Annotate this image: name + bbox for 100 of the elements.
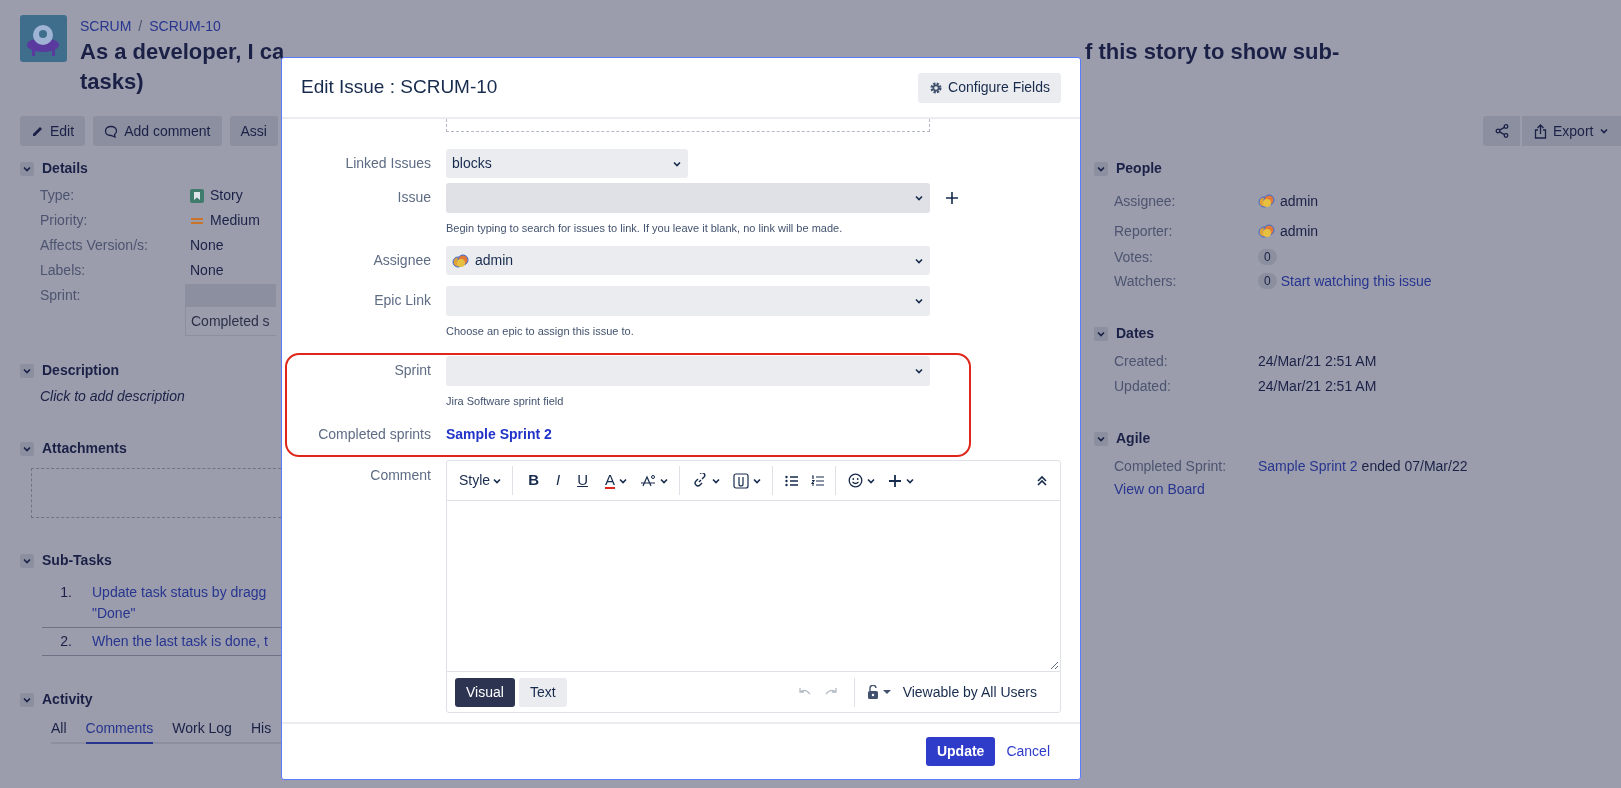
sprint-end-date: ended 07/Mar/22 xyxy=(1361,456,1468,476)
select-field[interactable] xyxy=(446,286,930,316)
text-format-button[interactable] xyxy=(640,473,669,488)
field-label: Watchers: xyxy=(1114,271,1178,291)
sprint-link[interactable]: Sample Sprint 2 xyxy=(1258,455,1358,477)
caret-icon xyxy=(882,689,891,695)
issue-title: f this story to show sub- xyxy=(1085,38,1340,66)
format-button[interactable]: B xyxy=(528,469,539,492)
field-label: Completed sprints xyxy=(317,425,431,444)
numbered-list-button[interactable] xyxy=(811,474,825,487)
collapse-toggle[interactable] xyxy=(1094,161,1108,176)
section-heading: Agile xyxy=(1116,429,1151,448)
section-heading: Dates xyxy=(1116,324,1155,343)
section-heading: People xyxy=(1116,159,1162,178)
action-button[interactable]: Assi xyxy=(229,116,278,146)
select-field[interactable]: admin xyxy=(446,246,930,275)
avatar-icon xyxy=(1258,224,1276,238)
field-label: Linked Issues xyxy=(344,154,431,173)
field-value: None xyxy=(190,236,224,255)
share-icon xyxy=(1494,124,1509,138)
bullet-list-button[interactable] xyxy=(785,474,799,487)
help-text: Begin typing to search for issues to link. If you leave it blank, no link will be made. xyxy=(446,221,844,235)
select-field[interactable]: blocks xyxy=(446,149,688,178)
plus-icon xyxy=(888,473,902,488)
view-on-board-link[interactable]: View on Board xyxy=(1114,479,1205,500)
comment-icon xyxy=(104,124,119,138)
field-label: Comment xyxy=(369,466,431,485)
smiley-icon xyxy=(848,473,863,488)
pencil-icon xyxy=(31,124,44,138)
export-icon xyxy=(1534,123,1547,139)
security-dropdown[interactable] xyxy=(866,685,891,699)
edit-button[interactable]: Edit xyxy=(20,116,86,146)
field-value: Story xyxy=(210,186,243,205)
attachment-button[interactable] xyxy=(733,472,762,489)
format-button[interactable]: U xyxy=(577,469,588,492)
collapse-toggle[interactable] xyxy=(20,553,34,568)
share-button[interactable] xyxy=(1483,116,1520,146)
unlocked-padlock-icon xyxy=(866,685,879,699)
caret-icon xyxy=(1599,126,1610,136)
update-button[interactable]: Update xyxy=(925,737,996,766)
subtask-link[interactable]: "Done" xyxy=(92,603,267,624)
sprint-link[interactable]: Sample Sprint 2 xyxy=(446,420,552,449)
subtask-link[interactable]: Update task status by dragg xyxy=(92,582,267,603)
collapse-toggle[interactable] xyxy=(1094,326,1108,341)
activity-tab[interactable]: Comments xyxy=(85,718,154,744)
style-dropdown[interactable]: Style xyxy=(459,466,514,495)
row-number: 1. xyxy=(59,583,73,602)
visibility-label: Viewable by All Users xyxy=(902,682,1037,702)
breadcrumb-link[interactable]: SCRUM-10 xyxy=(149,15,221,37)
activity-tab[interactable]: All xyxy=(51,718,67,742)
section-heading: Attachments xyxy=(42,439,127,458)
field-label: Assignee: xyxy=(1114,191,1177,211)
format-button[interactable]: I xyxy=(555,469,561,492)
field-label: Affects Version/s: xyxy=(40,236,149,255)
activity-tab[interactable]: His xyxy=(250,718,272,742)
collapse-toolbar-button[interactable] xyxy=(1036,474,1048,487)
breadcrumb-separator: / xyxy=(138,16,143,36)
field-label: Assignee xyxy=(372,251,431,270)
gear-icon xyxy=(929,80,944,95)
insert-button[interactable] xyxy=(888,473,915,488)
field-label: Labels: xyxy=(40,261,87,280)
chevron-down-icon xyxy=(914,193,924,203)
description-prompt[interactable]: Click to add description xyxy=(40,386,281,407)
watch-link[interactable]: Start watching this issue xyxy=(1280,270,1432,292)
user-name: admin xyxy=(1280,191,1319,211)
avatar-icon xyxy=(1258,194,1276,208)
redo-icon xyxy=(823,687,838,697)
collapse-toggle[interactable] xyxy=(20,161,34,176)
emoji-button[interactable] xyxy=(848,473,876,488)
field-label: Epic Link xyxy=(373,291,431,310)
breadcrumb-link[interactable]: SCRUM xyxy=(80,15,132,37)
select-field[interactable] xyxy=(446,356,930,386)
format-button[interactable]: A xyxy=(605,472,615,489)
numbered-list-icon xyxy=(811,474,825,487)
editor-mode-tab[interactable]: Visual xyxy=(455,677,515,707)
cancel-link[interactable]: Cancel xyxy=(1006,741,1050,762)
add-comment-button[interactable]: Add comment xyxy=(93,116,222,146)
field-value: None xyxy=(190,261,224,280)
project-avatar-icon xyxy=(20,15,67,62)
subtask-link[interactable]: When the last task is done, t xyxy=(92,631,268,652)
section-heading: Details xyxy=(42,159,88,178)
dialog-title: Edit Issue : SCRUM-10 xyxy=(301,75,498,100)
add-button[interactable] xyxy=(945,191,959,205)
date-value: 24/Mar/21 2:51 AM xyxy=(1258,376,1377,396)
chevron-down-icon xyxy=(914,366,924,376)
export-button[interactable]: Export xyxy=(1522,116,1621,146)
field-label: Completed Sprint: xyxy=(1114,456,1228,476)
field-label: Reporter: xyxy=(1114,221,1174,241)
link-button[interactable] xyxy=(692,472,721,489)
collapse-toggle[interactable] xyxy=(20,363,34,378)
date-value: 24/Mar/21 2:51 AM xyxy=(1258,351,1377,371)
collapse-toggle[interactable] xyxy=(1094,431,1108,446)
double-chevron-up-icon xyxy=(1036,474,1048,487)
collapse-toggle[interactable] xyxy=(20,692,34,707)
field-label: Type: xyxy=(40,186,76,205)
select-field[interactable] xyxy=(446,183,930,213)
editor-mode-tab[interactable]: Text xyxy=(518,677,567,707)
configure-fields-button[interactable]: Configure Fields xyxy=(918,72,1061,103)
collapse-toggle[interactable] xyxy=(20,441,34,456)
activity-tab[interactable]: Work Log xyxy=(172,718,232,742)
